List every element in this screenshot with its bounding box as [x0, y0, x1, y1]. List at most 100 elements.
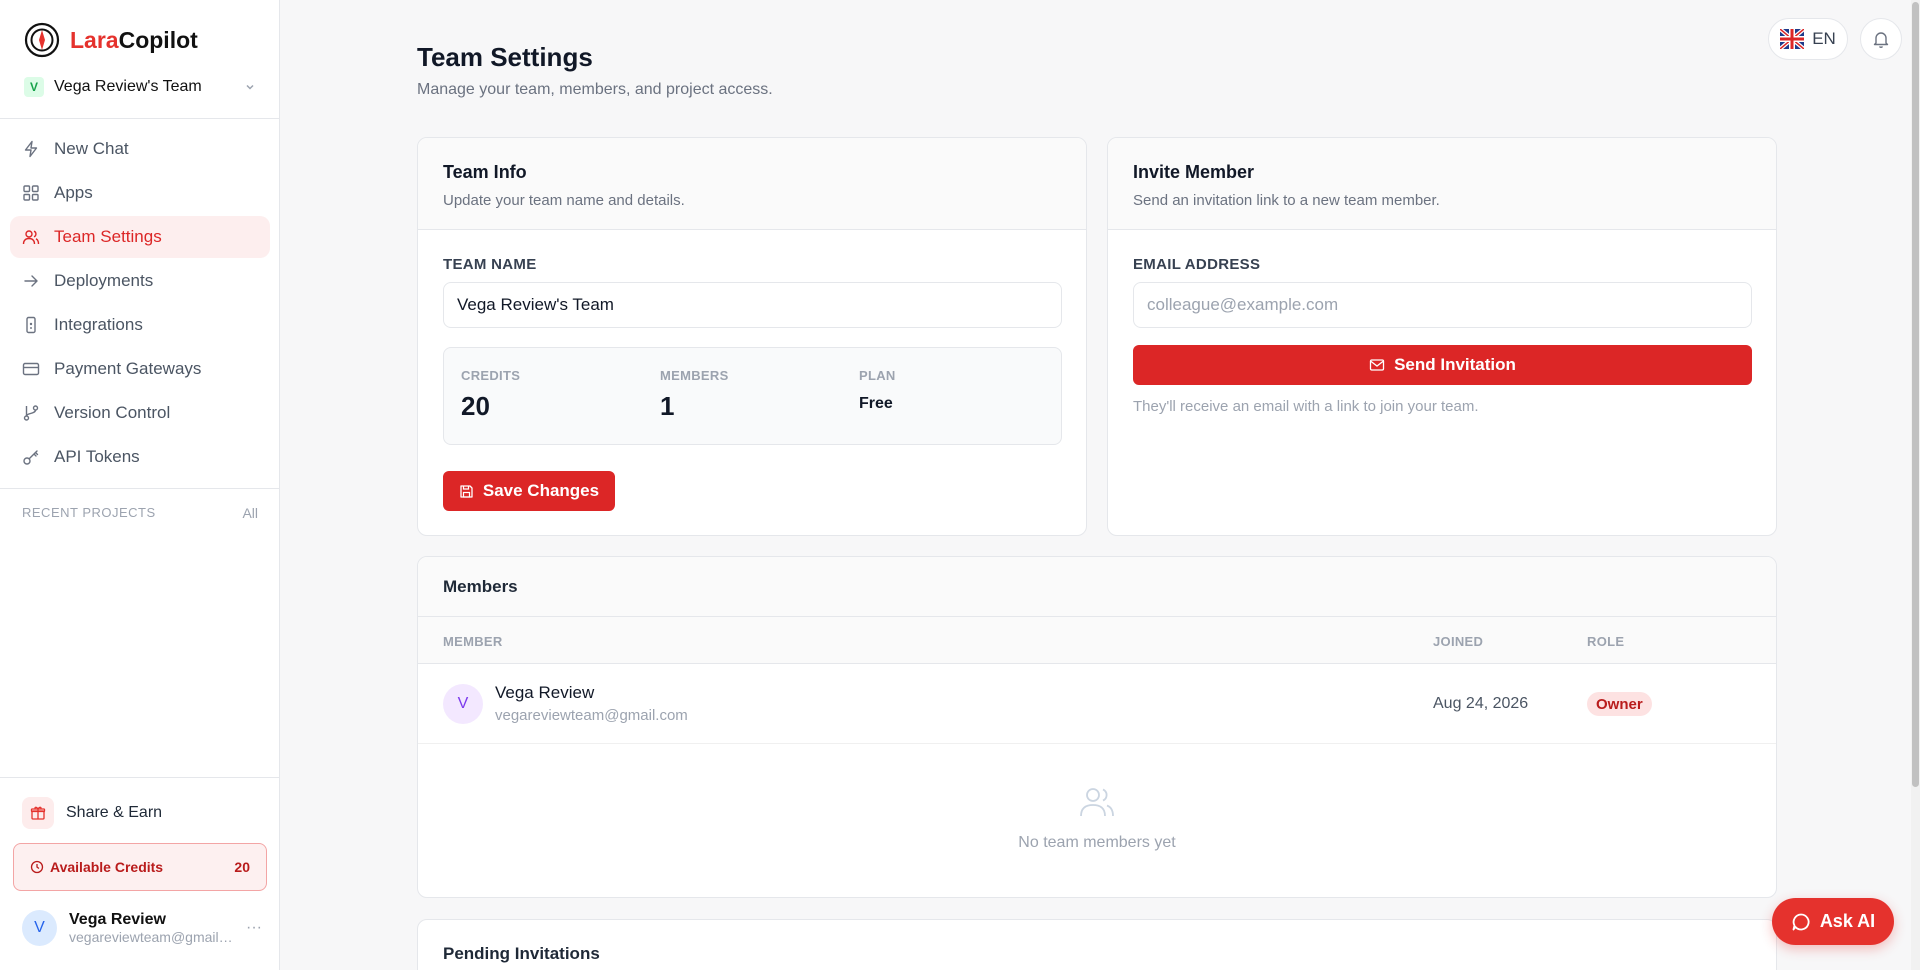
recent-projects-all-link[interactable]: All	[242, 505, 258, 521]
sidebar-item-label: Version Control	[54, 403, 171, 422]
team-badge: V	[24, 77, 44, 97]
stat-plan: PLAN Free	[859, 368, 896, 413]
ask-ai-label: Ask AI	[1819, 911, 1876, 931]
sidebar-item-api-tokens[interactable]: API Tokens	[10, 436, 270, 478]
share-earn-link[interactable]: Share & Earn	[22, 797, 162, 829]
stat-value: 1	[660, 391, 675, 421]
page-scrollbar[interactable]	[1911, 0, 1920, 970]
sidebar-item-team-settings[interactable]: Team Settings	[10, 216, 270, 258]
users-icon	[22, 230, 40, 245]
role-badge: Owner	[1587, 692, 1652, 716]
team-switcher[interactable]: V Vega Review's Team	[24, 75, 256, 99]
sidebar-item-version-control[interactable]: Version Control	[10, 392, 270, 434]
git-branch-icon	[23, 405, 39, 421]
stat-label: PLAN	[859, 368, 896, 383]
save-changes-label: Save Changes	[482, 481, 600, 500]
pending-invitations-title: Pending Invitations	[443, 944, 600, 963]
uk-flag-icon	[1780, 29, 1805, 49]
available-credits-label: Available Credits	[50, 859, 164, 875]
invite-subtitle: Send an invitation link to a new team me…	[1133, 192, 1440, 209]
members-card: Members MEMBER JOINED ROLE V Vega Review…	[417, 556, 1777, 898]
team-info-subtitle: Update your team name and details.	[443, 192, 685, 209]
bell-icon	[1873, 32, 1889, 48]
sidebar-nav: New Chat Apps Team Settings Deployments …	[10, 128, 270, 480]
notifications-button[interactable]	[1860, 18, 1902, 60]
clock-icon	[30, 860, 44, 874]
sidebar-divider	[0, 118, 280, 119]
sidebar-item-label: Deployments	[54, 271, 154, 290]
available-credits-box[interactable]: Available Credits 20	[13, 843, 267, 891]
sidebar-item-label: Integrations	[54, 315, 143, 334]
member-email: vegareviewteam@gmail.com	[495, 707, 688, 724]
save-icon	[460, 484, 473, 498]
sidebar-item-new-chat[interactable]: New Chat	[10, 128, 270, 170]
pending-invitations-card: Pending Invitations	[417, 919, 1777, 970]
sidebar-item-payment-gateways[interactable]: Payment Gateways	[10, 348, 270, 390]
laracopilot-logo-icon	[24, 22, 60, 58]
page-subtitle: Manage your team, members, and project a…	[417, 81, 773, 98]
stat-value: Free	[859, 395, 893, 412]
users-icon	[1080, 788, 1114, 817]
invite-title: Invite Member	[1133, 162, 1255, 182]
column-joined: JOINED	[1433, 634, 1484, 649]
stat-label: CREDITS	[461, 368, 521, 383]
more-options-icon[interactable]: ···	[246, 919, 262, 937]
column-member: MEMBER	[443, 634, 503, 649]
avatar: V	[22, 910, 58, 946]
member-name: Vega Review	[495, 683, 595, 702]
sidebar-item-deployments[interactable]: Deployments	[10, 260, 270, 302]
email-field[interactable]	[1133, 282, 1752, 328]
team-stats-panel: CREDITS 20 MEMBERS 1 PLAN Free	[443, 347, 1062, 445]
stat-members: MEMBERS 1	[660, 368, 729, 422]
user-email: vegareviewteam@gmail.com	[69, 929, 235, 945]
plug-icon	[26, 316, 36, 334]
members-table-header: MEMBER JOINED ROLE	[418, 617, 1776, 664]
team-info-card: Team Info Update your team name and deta…	[417, 137, 1087, 536]
team-name-input[interactable]	[443, 282, 1062, 328]
user-profile[interactable]: V Vega Review vegareviewteam@gmail.com ·…	[22, 910, 262, 946]
sidebar-divider	[0, 777, 280, 778]
chevron-down-icon	[246, 84, 254, 90]
sidebar-item-label: API Tokens	[54, 447, 140, 466]
page-title: Team Settings	[417, 42, 593, 72]
save-changes-button[interactable]: Save Changes	[443, 471, 615, 511]
language-label: EN	[1812, 29, 1836, 48]
invite-member-card: Invite Member Send an invitation link to…	[1107, 137, 1777, 536]
brand-name: LaraCopilot	[70, 26, 198, 53]
sidebar-item-integrations[interactable]: Integrations	[10, 304, 270, 346]
table-row[interactable]: V Vega Review vegareviewteam@gmail.com A…	[418, 664, 1776, 744]
recent-projects-label: RECENT PROJECTS	[22, 505, 156, 520]
available-credits-value: 20	[234, 859, 250, 875]
mail-icon	[1369, 359, 1385, 371]
stat-label: MEMBERS	[660, 368, 729, 383]
scrollbar-thumb[interactable]	[1912, 2, 1919, 787]
logo[interactable]: LaraCopilot	[24, 22, 198, 58]
language-selector[interactable]: EN	[1768, 18, 1848, 60]
card-icon	[22, 362, 40, 376]
invite-hint: They'll receive an email with a link to …	[1133, 398, 1479, 415]
sidebar-item-apps[interactable]: Apps	[10, 172, 270, 214]
sidebar-item-label: Payment Gateways	[54, 359, 202, 378]
sidebar-item-label: Apps	[54, 183, 93, 202]
team-switcher-name: Vega Review's Team	[54, 78, 202, 95]
bolt-icon	[24, 140, 38, 158]
stat-value: 20	[461, 391, 490, 421]
sidebar-item-label: Team Settings	[54, 227, 162, 246]
sidebar-item-label: New Chat	[54, 139, 129, 158]
members-empty-state: No team members yet	[418, 785, 1776, 852]
team-name-label: TEAM NAME	[443, 256, 537, 273]
email-address-label: EMAIL ADDRESS	[1133, 256, 1261, 273]
send-invitation-label: Send Invitation	[1394, 355, 1516, 374]
sidebar-divider	[0, 488, 280, 489]
members-title: Members	[418, 557, 1776, 617]
key-icon	[23, 450, 39, 465]
team-info-title: Team Info	[443, 162, 527, 182]
stat-credits: CREDITS 20	[461, 368, 520, 422]
send-invitation-button[interactable]: Send Invitation	[1133, 345, 1752, 385]
sidebar: LaraCopilot V Vega Review's Team New Cha…	[0, 0, 280, 970]
share-earn-label: Share & Earn	[66, 804, 163, 821]
grid-icon	[23, 185, 39, 201]
ask-ai-button[interactable]: Ask AI	[1772, 898, 1894, 945]
empty-members-message: No team members yet	[1018, 834, 1176, 851]
column-role: ROLE	[1587, 634, 1625, 649]
